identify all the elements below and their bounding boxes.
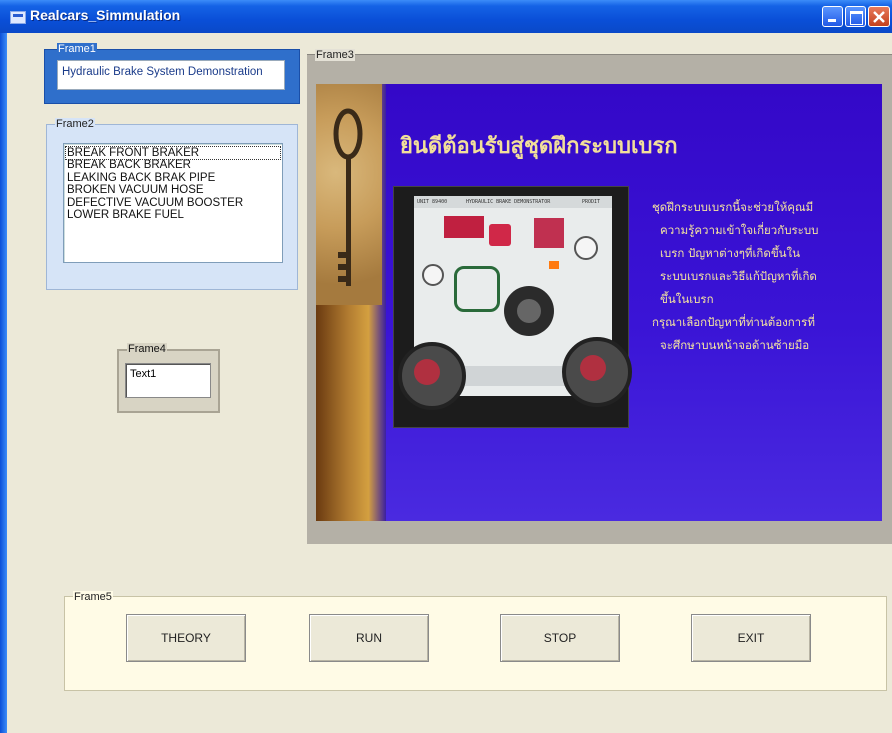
frame3-caption: Frame3: [315, 49, 355, 61]
theory-button[interactable]: THEORY: [126, 614, 246, 662]
key-image: [333, 108, 363, 286]
description-line: ขึ้นในเบรก: [660, 292, 714, 306]
description-line: กรุณาเลือกปัญหาที่ท่านต้องการที่: [652, 315, 815, 329]
frame1: Frame1 Hydraulic Brake System Demonstrat…: [44, 43, 300, 104]
exit-button[interactable]: EXIT: [691, 614, 811, 662]
frame1-caption: Frame1: [57, 43, 97, 55]
frame4: Frame4 Text1: [117, 343, 220, 413]
brake-trainer-image: UNIT 89400 HYDRAULIC BRAKE DEMONSTRATOR …: [393, 186, 632, 428]
run-button[interactable]: RUN: [309, 614, 429, 662]
maximize-icon: [850, 11, 863, 25]
stop-button[interactable]: STOP: [500, 614, 620, 662]
minimize-icon: [828, 19, 836, 22]
description-line: ชุดฝึกระบบเบรกนี้จะช่วยให้คุณมี: [652, 200, 814, 214]
description-line: ระบบเบรกและวิธีแก้ปัญหาที่เกิด: [660, 269, 817, 283]
frame1-heading: Hydraulic Brake System Demonstration: [62, 66, 263, 78]
frame2: Frame2 BREAK FRONT BRAKER BREAK BACK BRAK…: [46, 118, 298, 290]
list-item[interactable]: BREAK FRONT BRAKER: [65, 145, 281, 161]
window-title: Realcars_Simmulation: [30, 7, 181, 23]
list-item[interactable]: BROKEN VACUUM HOSE: [66, 184, 280, 196]
app-window: Realcars_Simmulation Frame1 Hydraulic Br…: [0, 0, 892, 733]
problem-listbox[interactable]: BREAK FRONT BRAKER BREAK BACK BRAKER LEAKI…: [63, 143, 283, 263]
list-item[interactable]: LOWER BRAKE FUEL: [66, 209, 280, 221]
close-button[interactable]: [868, 6, 890, 27]
text1-value: Text1: [130, 368, 157, 380]
list-item[interactable]: LEAKING BACK BRAK PIPE: [66, 172, 280, 184]
description-line: เบรก ปัญหาต่างๆที่เกิดขึ้นใน: [660, 246, 801, 260]
key-photo: [316, 84, 382, 305]
maximize-button[interactable]: [845, 6, 866, 27]
frame3: Frame3 ยินดีต้อนรับสู่ชุดฝึกระบบเบรก UNI…: [307, 49, 892, 544]
welcome-title: ยินดีต้อนรับสู่ชุดฝึกระบบเบรก: [400, 133, 678, 159]
list-item[interactable]: BREAK BACK BRAKER: [66, 159, 280, 171]
welcome-image: ยินดีต้อนรับสู่ชุดฝึกระบบเบรก UNIT 89400…: [316, 84, 882, 521]
frame2-caption: Frame2: [55, 118, 95, 130]
board-label-right: PRODIT: [582, 199, 601, 205]
description-line: ความรู้ความเข้าใจเกี่ยวกับระบบ: [660, 223, 819, 237]
description-line: จะศึกษาบนหน้าจอด้านซ้ายมือ: [660, 338, 810, 352]
app-icon[interactable]: [10, 11, 26, 24]
board-label-left: UNIT 89400: [417, 199, 448, 205]
frame4-caption: Frame4: [127, 343, 167, 355]
window-left-border: [0, 33, 7, 733]
frame1-heading-box: Hydraulic Brake System Demonstration: [57, 60, 285, 90]
frame5: Frame5 THEORY RUN STOP EXIT: [64, 591, 887, 691]
frame5-caption: Frame5: [73, 591, 113, 603]
close-icon: [873, 11, 885, 23]
title-bar[interactable]: Realcars_Simmulation: [0, 0, 892, 33]
text1-field[interactable]: Text1: [125, 363, 211, 398]
welcome-description: ชุดฝึกระบบเบรกนี้จะช่วยให้คุณมีความรู้คว…: [652, 196, 877, 357]
minimize-button[interactable]: [822, 6, 843, 27]
board-label-mid: HYDRAULIC BRAKE DEMONSTRATOR: [466, 199, 551, 205]
list-item[interactable]: DEFECTIVE VACUUM BOOSTER: [66, 197, 280, 209]
